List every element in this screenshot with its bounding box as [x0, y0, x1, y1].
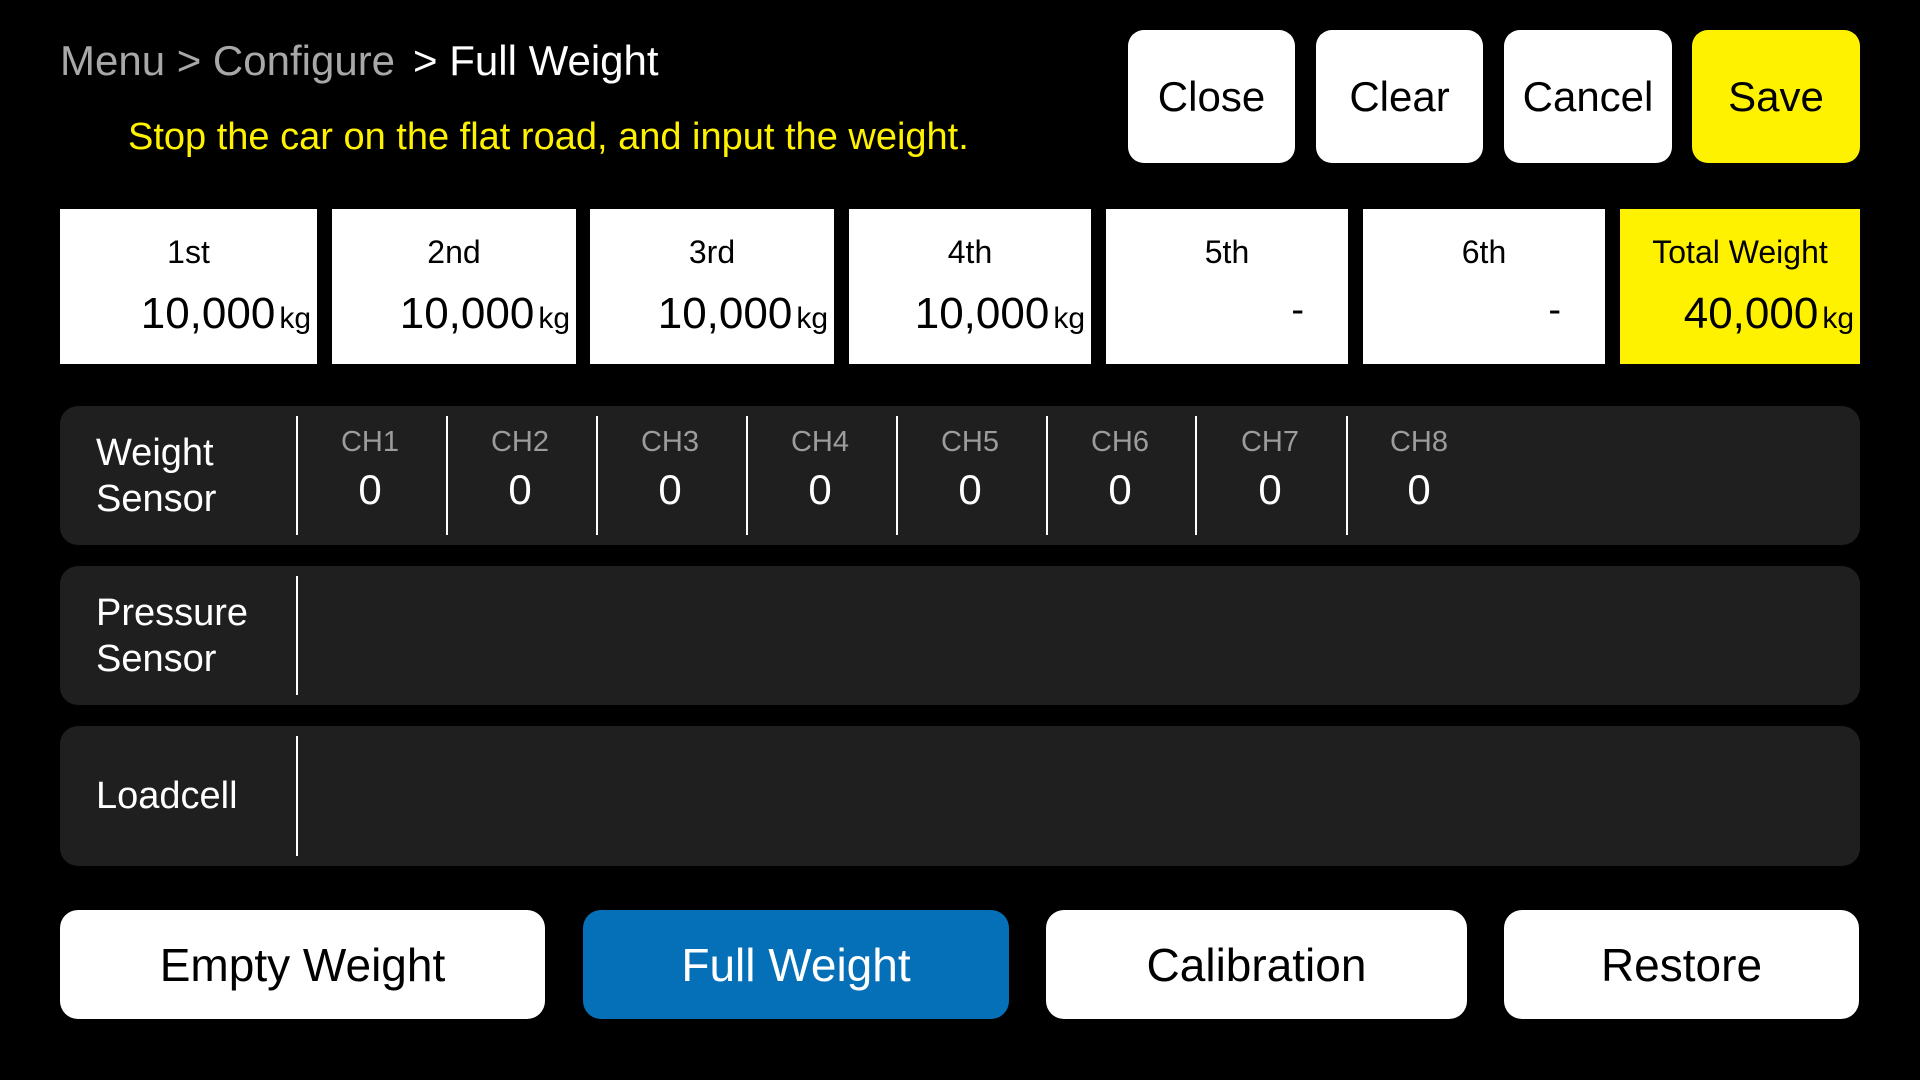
- axle-value: 10,000 kg: [400, 287, 570, 346]
- panel-label-line: Sensor: [96, 637, 217, 680]
- axle-weight-4th[interactable]: 4th 10,000 kg: [849, 209, 1091, 364]
- axle-label: 5th: [1204, 234, 1250, 270]
- axle-value-number: 10,000: [914, 289, 1050, 338]
- channel-ch6: CH6 0: [1050, 424, 1190, 516]
- empty-weight-button[interactable]: Empty Weight: [60, 910, 545, 1019]
- channel-value: 0: [1258, 466, 1282, 513]
- axle-value-number: 10,000: [657, 289, 793, 338]
- restore-button[interactable]: Restore: [1504, 910, 1859, 1019]
- panel-label-line: Pressure: [96, 591, 249, 634]
- divider: [1046, 416, 1048, 535]
- channel-value: 0: [658, 466, 682, 513]
- panel-label-line: Sensor: [96, 477, 217, 520]
- channel-ch1: CH1 0: [300, 424, 440, 516]
- divider: [296, 576, 298, 695]
- channel-name: CH2: [490, 426, 549, 458]
- total-weight-box: Total Weight 40,000 kg: [1620, 209, 1860, 364]
- weight-sensor-panel: Weight Sensor CH1 0 CH2 0 CH3 0 CH4 0 CH…: [60, 406, 1860, 545]
- axle-weight-2nd[interactable]: 2nd 10,000 kg: [332, 209, 576, 364]
- axle-unit: kg: [1053, 302, 1085, 335]
- total-weight-number: 40,000: [1683, 289, 1819, 338]
- channel-value: 0: [358, 466, 382, 513]
- axle-label: 2nd: [427, 234, 481, 270]
- panel-label-line: Loadcell: [96, 775, 238, 817]
- axle-value: 10,000 kg: [915, 287, 1085, 346]
- channel-ch3: CH3 0: [600, 424, 740, 516]
- divider: [596, 416, 598, 535]
- divider: [746, 416, 748, 535]
- cancel-button[interactable]: Cancel: [1504, 30, 1672, 163]
- instruction-text: Stop the car on the flat road, and input…: [128, 116, 969, 158]
- axle-weight-6th[interactable]: 6th -: [1363, 209, 1605, 364]
- channel-name: CH4: [790, 426, 849, 458]
- channel-name: CH3: [640, 426, 699, 458]
- axle-weight-5th[interactable]: 5th -: [1106, 209, 1348, 364]
- breadcrumb-parent[interactable]: Menu > Configure: [60, 37, 395, 84]
- channel-ch4: CH4 0: [750, 424, 890, 516]
- axle-unit: kg: [538, 302, 570, 335]
- divider: [446, 416, 448, 535]
- divider: [896, 416, 898, 535]
- divider: [296, 416, 298, 535]
- channel-value: 0: [1407, 466, 1431, 513]
- breadcrumb: Menu > Configure > Full Weight: [60, 36, 659, 86]
- axle-label: 6th: [1461, 234, 1507, 270]
- divider: [1195, 416, 1197, 535]
- channel-value: 0: [1108, 466, 1132, 513]
- divider: [1346, 416, 1348, 535]
- save-button[interactable]: Save: [1692, 30, 1860, 163]
- axle-unit: kg: [796, 302, 828, 335]
- pressure-sensor-label: Pressure Sensor: [96, 566, 248, 705]
- total-weight-value: 40,000 kg: [1684, 287, 1854, 346]
- divider: [296, 736, 298, 856]
- clear-button[interactable]: Clear: [1316, 30, 1483, 163]
- axle-value: 10,000 kg: [141, 287, 311, 346]
- channel-ch8: CH8 0: [1349, 424, 1489, 516]
- calibration-button[interactable]: Calibration: [1046, 910, 1467, 1019]
- channel-ch7: CH7 0: [1200, 424, 1340, 516]
- channel-name: CH6: [1090, 426, 1149, 458]
- axle-label: 3rd: [688, 234, 736, 270]
- axle-value-empty: -: [1548, 289, 1561, 331]
- channel-name: CH8: [1389, 426, 1448, 458]
- axle-weight-3rd[interactable]: 3rd 10,000 kg: [590, 209, 834, 364]
- axle-label: 4th: [947, 234, 993, 270]
- channel-value: 0: [958, 466, 982, 513]
- axle-unit: kg: [279, 302, 311, 335]
- axle-value-number: 10,000: [140, 289, 276, 338]
- channel-name: CH5: [940, 426, 999, 458]
- axle-value: 10,000 kg: [658, 287, 828, 346]
- panel-label-line: Weight: [96, 431, 214, 474]
- weight-sensor-label: Weight Sensor: [96, 406, 216, 545]
- loadcell-label: Loadcell: [96, 726, 238, 866]
- channel-value: 0: [508, 466, 532, 513]
- loadcell-panel: Loadcell: [60, 726, 1860, 866]
- total-weight-unit: kg: [1822, 302, 1854, 335]
- breadcrumb-current: > Full Weight: [413, 37, 659, 84]
- pressure-sensor-panel: Pressure Sensor: [60, 566, 1860, 705]
- full-weight-button[interactable]: Full Weight: [583, 910, 1009, 1019]
- axle-value-number: 10,000: [399, 289, 535, 338]
- total-weight-label: Total Weight: [1652, 234, 1828, 270]
- channel-ch5: CH5 0: [900, 424, 1040, 516]
- close-button[interactable]: Close: [1128, 30, 1295, 163]
- channel-name: CH7: [1240, 426, 1299, 458]
- channel-value: 0: [808, 466, 832, 513]
- channel-name: CH1: [340, 426, 399, 458]
- axle-value-empty: -: [1291, 289, 1304, 331]
- channel-ch2: CH2 0: [450, 424, 590, 516]
- axle-weight-1st[interactable]: 1st 10,000 kg: [60, 209, 317, 364]
- axle-label: 1st: [167, 234, 210, 270]
